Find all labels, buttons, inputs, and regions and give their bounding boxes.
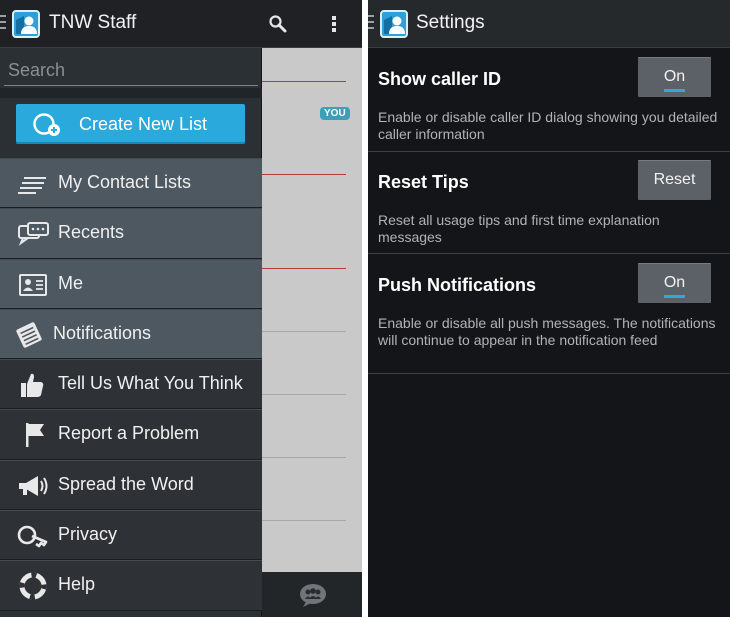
list-divider (262, 81, 346, 82)
app-title: TNW Staff (49, 12, 137, 33)
overflow-menu-icon[interactable] (320, 10, 348, 38)
list-divider (262, 174, 346, 175)
you-badge: YOU (320, 107, 350, 120)
drawer-indicator-icon[interactable] (368, 15, 374, 33)
menu-label: Tell Us What You Think (58, 373, 243, 394)
menu-label: Spread the Word (58, 473, 194, 494)
menu-item-tell-us-what-you-think[interactable]: Tell Us What You Think (0, 359, 262, 410)
menu-label: Notifications (53, 322, 152, 343)
menu-item-recents[interactable]: Recents (0, 208, 262, 259)
search-input[interactable] (4, 56, 258, 84)
menu-item-spread-the-word[interactable]: Spread the Word (0, 459, 262, 511)
create-new-list-button[interactable]: Create New List (16, 104, 245, 144)
setting-show-caller-id: Show caller ID On Enable or disable call… (368, 48, 730, 152)
drawer-indicator-icon[interactable] (0, 15, 6, 33)
group-chat-icon[interactable] (298, 582, 328, 608)
search-icon[interactable] (264, 10, 292, 38)
setting-description: Enable or disable caller ID dialog showi… (378, 109, 718, 142)
megaphone-icon (19, 475, 48, 496)
search-field[interactable] (4, 56, 258, 86)
app-logo-icon[interactable] (10, 8, 42, 40)
button-label: Reset (653, 171, 696, 188)
show-caller-id-toggle[interactable]: On (638, 57, 711, 97)
push-notifications-toggle[interactable]: On (638, 263, 711, 303)
divider (0, 88, 262, 98)
menu-label: Help (58, 574, 96, 595)
drawer-menu: My Contact Lists Recents Me Notification… (0, 158, 262, 611)
reset-tips-button[interactable]: Reset (638, 160, 711, 200)
add-list-icon (33, 113, 60, 136)
menu-label: Me (58, 272, 84, 293)
menu-item-report-a-problem[interactable]: Report a Problem (0, 409, 262, 460)
setting-push-notifications: Push Notifications On Enable or disable … (368, 254, 730, 374)
setting-title: Push Notifications (378, 275, 537, 295)
create-new-list-label: Create New List (79, 114, 208, 134)
list-divider (262, 457, 346, 458)
list-divider (262, 394, 346, 395)
notepad-icon (16, 322, 42, 348)
menu-label: Report a Problem (58, 423, 200, 444)
bottom-bar (262, 572, 362, 617)
drawer-screen: TNW Staff YOU Search Create New List My … (0, 0, 362, 617)
setting-reset-tips: Reset Tips Reset Reset all usage tips an… (368, 152, 730, 254)
toggle-label: On (663, 274, 686, 291)
setting-title: Reset Tips (378, 172, 469, 192)
menu-label: Privacy (58, 524, 118, 545)
toggle-on-indicator (664, 295, 685, 298)
menu-item-help[interactable]: Help (0, 560, 262, 611)
setting-description: Reset all usage tips and first time expl… (378, 212, 660, 245)
app-logo-icon[interactable] (378, 8, 410, 40)
key-icon (17, 525, 48, 548)
menu-label: My Contact Lists (58, 172, 192, 192)
action-bar: Settings (368, 0, 730, 48)
toggle-label: On (663, 68, 686, 85)
page-title: Settings (416, 12, 485, 33)
menu-item-me[interactable]: Me (0, 258, 262, 309)
menu-item-my-contact-lists[interactable]: My Contact Lists (0, 158, 262, 209)
background-contact-list: YOU (262, 48, 362, 572)
thumbs-up-icon (21, 373, 44, 398)
list-divider (262, 268, 346, 269)
navigation-drawer: Create New List My Contact Lists (0, 48, 262, 617)
settings-screen: Settings Show caller ID On Enable or dis… (368, 0, 730, 617)
setting-title: Show caller ID (378, 69, 502, 89)
toggle-on-indicator (664, 89, 685, 92)
menu-item-notifications[interactable]: Notifications (0, 308, 262, 360)
action-bar: TNW Staff (0, 0, 362, 48)
list-divider (262, 520, 346, 521)
menu-item-privacy[interactable]: Privacy (0, 510, 262, 561)
list-divider (262, 331, 346, 332)
setting-description: Enable or disable all push messages. The… (378, 315, 716, 348)
lifebuoy-icon (19, 572, 47, 600)
menu-label: Recents (58, 222, 125, 243)
id-card-icon (19, 273, 47, 296)
flag-icon (26, 423, 44, 448)
list-lines-icon (18, 177, 46, 194)
chat-bubbles-icon (18, 222, 49, 247)
